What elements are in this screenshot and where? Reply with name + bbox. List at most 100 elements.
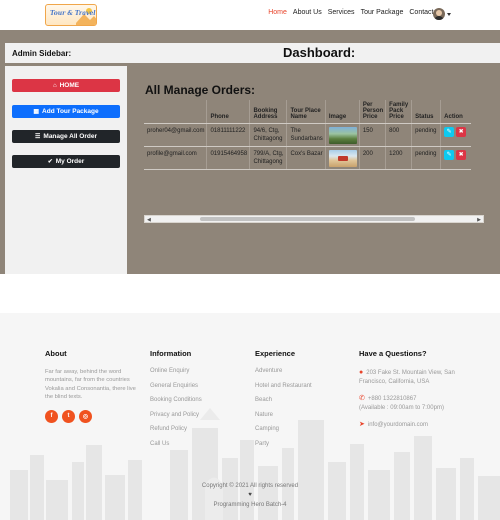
paper-plane-icon: ➤ bbox=[359, 421, 365, 429]
check-icon: ✔ bbox=[47, 159, 53, 165]
footer-contact-heading: Have a Questions? bbox=[359, 349, 427, 358]
footer-link[interactable]: Refund Policy bbox=[150, 426, 202, 432]
footer-information-heading: Information bbox=[150, 349, 192, 358]
dashboard-section: Admin Sidebar: Dashboard: ⌂ HOME ▦ Add T… bbox=[0, 30, 500, 274]
contact-address-text: 203 Fake St. Mountain View, San Francisc… bbox=[359, 370, 455, 385]
column-header: Phone bbox=[206, 100, 250, 124]
navbar: Tour & Travel Home About Us Services Tou… bbox=[0, 0, 500, 30]
cell-family-price: 800 bbox=[385, 123, 412, 147]
phone-icon: ✆ bbox=[359, 395, 365, 403]
scroll-right-icon[interactable]: ▶ bbox=[477, 217, 481, 223]
cell-action: ✎ ✖ bbox=[440, 146, 471, 170]
footer-link[interactable]: General Enquiries bbox=[150, 383, 202, 389]
calendar-icon: ▦ bbox=[33, 109, 40, 115]
contact-phone: ✆ +880 1322810867 (Available : 09:00am to… bbox=[359, 394, 484, 412]
cell-email: proher04@gmail.com bbox=[144, 123, 207, 147]
cell-image bbox=[324, 123, 360, 147]
table-row: proher04@gmail.com 01811111222 94/6, Ctg… bbox=[144, 123, 471, 147]
cell-person-price: 200 bbox=[358, 146, 386, 170]
list-icon: ☰ bbox=[35, 134, 41, 140]
nav-links: Home About Us Services Tour Package Cont… bbox=[268, 9, 444, 16]
home-button-label: HOME bbox=[59, 82, 80, 89]
cell-address: 799/A, Ctg, Chittagong bbox=[249, 146, 287, 170]
admin-sidebar: ⌂ HOME ▦ Add Tour Package ☰ Manage All O… bbox=[5, 66, 127, 274]
manage-all-order-label: Manage All Order bbox=[43, 133, 97, 140]
footer-link[interactable]: Online Enquiry bbox=[150, 368, 202, 374]
dashboard-header: Admin Sidebar: Dashboard: bbox=[5, 43, 500, 63]
footer-link[interactable]: Call Us bbox=[150, 441, 202, 447]
contact-email-text[interactable]: info@yourdomain.com bbox=[368, 422, 428, 428]
footer-experience: Experience Adventure Hotel and Restauran… bbox=[255, 349, 312, 455]
sidebar-title: Admin Sidebar: bbox=[12, 49, 72, 58]
footer-link[interactable]: Camping bbox=[255, 426, 312, 432]
cell-place: Cox's Bazar bbox=[286, 146, 326, 170]
contact-phone-text[interactable]: +880 1322810867 bbox=[368, 396, 417, 402]
instagram-icon[interactable]: ◎ bbox=[79, 409, 92, 423]
footer-about-heading: About bbox=[45, 349, 67, 358]
footer-contact: Have a Questions? ● 203 Fake St. Mountain… bbox=[359, 349, 484, 438]
cell-phone: 01915464958 bbox=[206, 146, 250, 170]
contact-email: ➤ info@yourdomain.com bbox=[359, 420, 484, 430]
cell-status: pending bbox=[411, 123, 441, 147]
footer-experience-heading: Experience bbox=[255, 349, 296, 358]
contact-address: ● 203 Fake St. Mountain View, San Francis… bbox=[359, 368, 484, 386]
my-order-button[interactable]: ✔ My Order bbox=[12, 155, 120, 168]
user-avatar[interactable] bbox=[433, 8, 445, 20]
footer-link[interactable]: Nature bbox=[255, 412, 312, 418]
trash-icon[interactable]: ✖ bbox=[456, 127, 467, 137]
column-header: Per Person Price bbox=[358, 100, 386, 124]
map-marker-icon: ● bbox=[359, 369, 364, 376]
orders-table: Phone Booking Address Tour Place Name Im… bbox=[144, 100, 471, 170]
my-order-label: My Order bbox=[55, 158, 85, 165]
column-header: Tour Place Name bbox=[286, 100, 326, 124]
footer-about-text: Far far away, behind the word mountains,… bbox=[45, 369, 136, 401]
cell-email: profile@gmail.com bbox=[144, 146, 207, 170]
column-header: Family Pack Price bbox=[385, 100, 412, 124]
footer-link[interactable]: Hotel and Restaurant bbox=[255, 383, 312, 389]
credit-text: Programming Hero Batch-4 bbox=[213, 502, 287, 508]
page-title: Dashboard: bbox=[283, 45, 356, 60]
manage-all-order-button[interactable]: ☰ Manage All Order bbox=[12, 130, 120, 143]
cell-person-price: 150 bbox=[358, 123, 386, 147]
horizontal-scrollbar[interactable]: ◀ ▶ bbox=[144, 215, 484, 223]
cell-place: The Sundarbans bbox=[286, 123, 326, 147]
column-header: Action bbox=[440, 100, 471, 124]
column-header: Status bbox=[411, 100, 441, 124]
home-icon: ⌂ bbox=[52, 82, 57, 89]
edit-icon[interactable]: ✎ bbox=[444, 150, 455, 160]
orders-panel: All Manage Orders: Phone Booking Address… bbox=[127, 66, 500, 274]
logo-text: Tour & Travel bbox=[50, 10, 96, 17]
footer-about: About Far far away, behind the word moun… bbox=[45, 349, 145, 423]
trash-icon[interactable]: ✖ bbox=[456, 150, 467, 160]
scrollbar-thumb[interactable] bbox=[200, 217, 415, 221]
footer-link[interactable]: Booking Conditions bbox=[150, 397, 202, 403]
chevron-down-icon[interactable] bbox=[447, 13, 451, 16]
footer-information: Information Online Enquiry General Enqui… bbox=[150, 349, 202, 455]
tour-image-thumbnail bbox=[328, 150, 357, 167]
tour-image-thumbnail bbox=[328, 127, 357, 144]
site-logo[interactable]: Tour & Travel bbox=[45, 4, 97, 26]
nav-link-home[interactable]: Home bbox=[268, 9, 287, 16]
column-header: Image bbox=[324, 100, 360, 124]
footer-link[interactable]: Adventure bbox=[255, 368, 312, 374]
facebook-icon[interactable]: f bbox=[45, 409, 58, 423]
home-button[interactable]: ⌂ HOME bbox=[12, 79, 120, 92]
footer-link[interactable]: Beach bbox=[255, 397, 312, 403]
table-header-row: Phone Booking Address Tour Place Name Im… bbox=[144, 100, 471, 124]
scroll-left-icon[interactable]: ◀ bbox=[147, 217, 151, 223]
cell-family-price: 1200 bbox=[385, 146, 412, 170]
table-row: profile@gmail.com 01915464958 799/A, Ctg… bbox=[144, 146, 471, 170]
nav-link-about[interactable]: About Us bbox=[293, 9, 322, 16]
orders-title: All Manage Orders: bbox=[145, 83, 256, 97]
column-header: Booking Address bbox=[249, 100, 287, 124]
social-links: f t ◎ bbox=[45, 409, 145, 423]
footer-link[interactable]: Privacy and Policy bbox=[150, 412, 202, 418]
nav-link-services[interactable]: Services bbox=[328, 9, 355, 16]
edit-icon[interactable]: ✎ bbox=[444, 127, 455, 137]
add-tour-package-button[interactable]: ▦ Add Tour Package bbox=[12, 105, 120, 118]
footer-link[interactable]: Party bbox=[255, 441, 312, 447]
heart-icon: ♥ bbox=[248, 492, 252, 498]
column-header bbox=[144, 100, 207, 124]
twitter-icon[interactable]: t bbox=[62, 409, 75, 423]
nav-link-tour-package[interactable]: Tour Package bbox=[361, 9, 404, 16]
